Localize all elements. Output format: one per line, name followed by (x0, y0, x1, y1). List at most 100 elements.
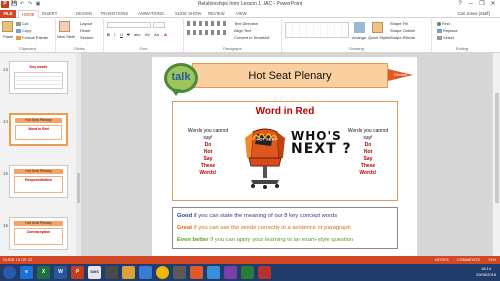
app-icon[interactable] (258, 266, 271, 279)
bullets-numbering-icon[interactable] (187, 21, 227, 26)
font-size-dropdown[interactable] (153, 22, 165, 28)
thumb-number: 15 (3, 171, 9, 176)
thumbnail-scrollbar[interactable] (76, 53, 81, 256)
find-button[interactable]: Find (437, 21, 450, 26)
section-button[interactable]: Section (80, 35, 93, 40)
internet-explorer-icon[interactable]: e (20, 266, 33, 279)
tab-design[interactable]: DESIGN (76, 10, 92, 18)
reset-button[interactable]: Reset (80, 28, 90, 33)
notes-button[interactable]: NOTES (435, 256, 449, 264)
app-icon[interactable] (207, 266, 220, 279)
ribbon-tabs: FILE HOME INSERT DESIGN TRANSITIONS ANIM… (0, 9, 500, 18)
paste-button[interactable]: Paste (3, 34, 13, 39)
great-label: Great (177, 225, 193, 231)
arrange-icon[interactable] (354, 22, 365, 33)
right-word-list: Words you cannot say! Do Not Say These W… (345, 128, 391, 177)
new-slide-button[interactable]: New Slide (57, 34, 75, 39)
underline-button[interactable]: U (120, 32, 123, 37)
shapes-gallery[interactable] (285, 22, 349, 38)
editing-group-label: Editing (455, 46, 469, 51)
paste-icon[interactable] (2, 21, 13, 32)
app-icon[interactable] (224, 266, 237, 279)
app-icon[interactable] (190, 266, 203, 279)
shape-effects-button[interactable]: Shape Effects (390, 35, 415, 40)
word-in-red-box[interactable]: Word in Red Words you cannot say! Do Not… (172, 101, 398, 201)
slides-group: New Slide Layout Reset Section Slides (56, 19, 104, 52)
shape-outline-button[interactable]: Shape Outline (390, 28, 415, 33)
slide-editing-area: Hot Seat Plenary talk Review Word in Red… (82, 53, 492, 256)
font-color-button[interactable]: A (164, 32, 167, 37)
app-icon[interactable] (241, 266, 254, 279)
shape-fill-button[interactable]: Shape Fill (390, 21, 408, 26)
replace-icon (437, 28, 442, 33)
great-text: if you can use the words correctly in a … (192, 225, 351, 231)
format-painter-button[interactable]: Format Painter (16, 35, 48, 40)
tab-view[interactable]: VIEW (236, 10, 247, 18)
user-name[interactable]: Cari Jones (Staff) (457, 10, 490, 18)
app-icon[interactable] (173, 266, 186, 279)
slide-scrollbar[interactable] (492, 53, 500, 256)
smartart-button[interactable]: Convert to SmartArt (234, 35, 269, 40)
layout-button[interactable]: Layout (80, 21, 92, 26)
close-button[interactable]: ✕ (488, 0, 498, 8)
strikethrough-button[interactable]: S (127, 32, 130, 37)
tab-file[interactable]: FILE (0, 10, 16, 18)
good-label: Good (177, 213, 193, 219)
select-button[interactable]: Select (437, 35, 454, 40)
tab-home[interactable]: HOME (18, 10, 39, 18)
minimize-button[interactable]: – (466, 0, 476, 8)
powerpoint-taskbar-icon[interactable]: P (71, 266, 84, 279)
quick-styles-icon[interactable] (372, 22, 383, 33)
comments-button[interactable]: COMMENTS (457, 256, 480, 264)
chrome-icon[interactable] (156, 266, 169, 279)
new-slide-icon[interactable] (59, 21, 70, 32)
sims-icon[interactable]: SIMS (88, 266, 101, 279)
current-slide[interactable]: Hot Seat Plenary talk Review Word in Red… (152, 57, 417, 256)
tab-insert[interactable]: INSERT (42, 10, 57, 18)
copy-button[interactable]: Copy (16, 28, 31, 33)
left-red-word: Say (203, 156, 213, 162)
drawing-group: Arrange Quick Styles Shape Fill Shape Ou… (282, 19, 432, 52)
tab-animations[interactable]: ANIMATIONS (138, 10, 164, 18)
bold-button[interactable]: B (107, 32, 110, 37)
cut-button[interactable]: Cut (16, 21, 28, 26)
slide-thumbnail-15[interactable]: Hot Seat Plenary Responsibilities (9, 165, 68, 198)
word-icon[interactable]: W (54, 266, 67, 279)
text-direction-button[interactable]: Text Direction (234, 21, 258, 26)
app-icon[interactable] (105, 266, 118, 279)
tab-transitions[interactable]: TRANSITIONS (100, 10, 128, 18)
app-icon[interactable] (139, 266, 152, 279)
zoom-level[interactable]: 74% (488, 256, 496, 264)
system-clock[interactable]: 18:14 20/06/2018 (476, 266, 496, 278)
success-criteria-box[interactable]: Good if you can state the meaning of our… (172, 207, 398, 249)
slide-thumbnail-16[interactable]: Hot Seat Plenary Contraception (9, 217, 68, 250)
tab-slide-show[interactable]: SLIDE SHOW (175, 10, 201, 18)
scrollbar-thumb[interactable] (495, 93, 499, 203)
arrange-button[interactable]: Arrange (352, 35, 366, 40)
good-text: if you can state the meaning of our 8 ke… (192, 213, 338, 219)
italic-button[interactable]: I (114, 32, 115, 37)
tab-review[interactable]: REVIEW (208, 10, 225, 18)
excel-icon[interactable]: X (37, 266, 50, 279)
shadow-button[interactable]: abc (134, 32, 140, 37)
scrollbar-thumb[interactable] (77, 173, 80, 203)
change-case-button[interactable]: Aa (154, 32, 159, 37)
folder-icon[interactable] (122, 266, 135, 279)
font-name-dropdown[interactable] (107, 22, 151, 28)
thumb-title: Hot Seat Plenary (15, 118, 62, 123)
thumb-subtitle: Word in Red (28, 127, 49, 131)
alignment-icon[interactable] (187, 30, 227, 35)
replace-button[interactable]: Replace (437, 28, 458, 33)
start-button[interactable] (3, 266, 16, 279)
slide-title-box[interactable]: Hot Seat Plenary (192, 63, 388, 88)
word-in-red-heading: Word in Red (255, 106, 315, 117)
character-spacing-button[interactable]: AV (145, 32, 150, 37)
slide-thumbnail-14[interactable]: Hot Seat Plenary Word in Red (9, 113, 68, 146)
slide-thumbnail-13[interactable]: Key words (9, 61, 68, 94)
thumb-title: Hot Seat Plenary (14, 221, 63, 226)
align-text-button[interactable]: Align Text (234, 28, 251, 33)
quick-styles-button[interactable]: Quick Styles (368, 35, 390, 40)
paragraph-group-label: Paragraph (223, 46, 242, 51)
help-button[interactable]: ? (455, 0, 465, 8)
restore-button[interactable]: ❐ (477, 0, 487, 8)
